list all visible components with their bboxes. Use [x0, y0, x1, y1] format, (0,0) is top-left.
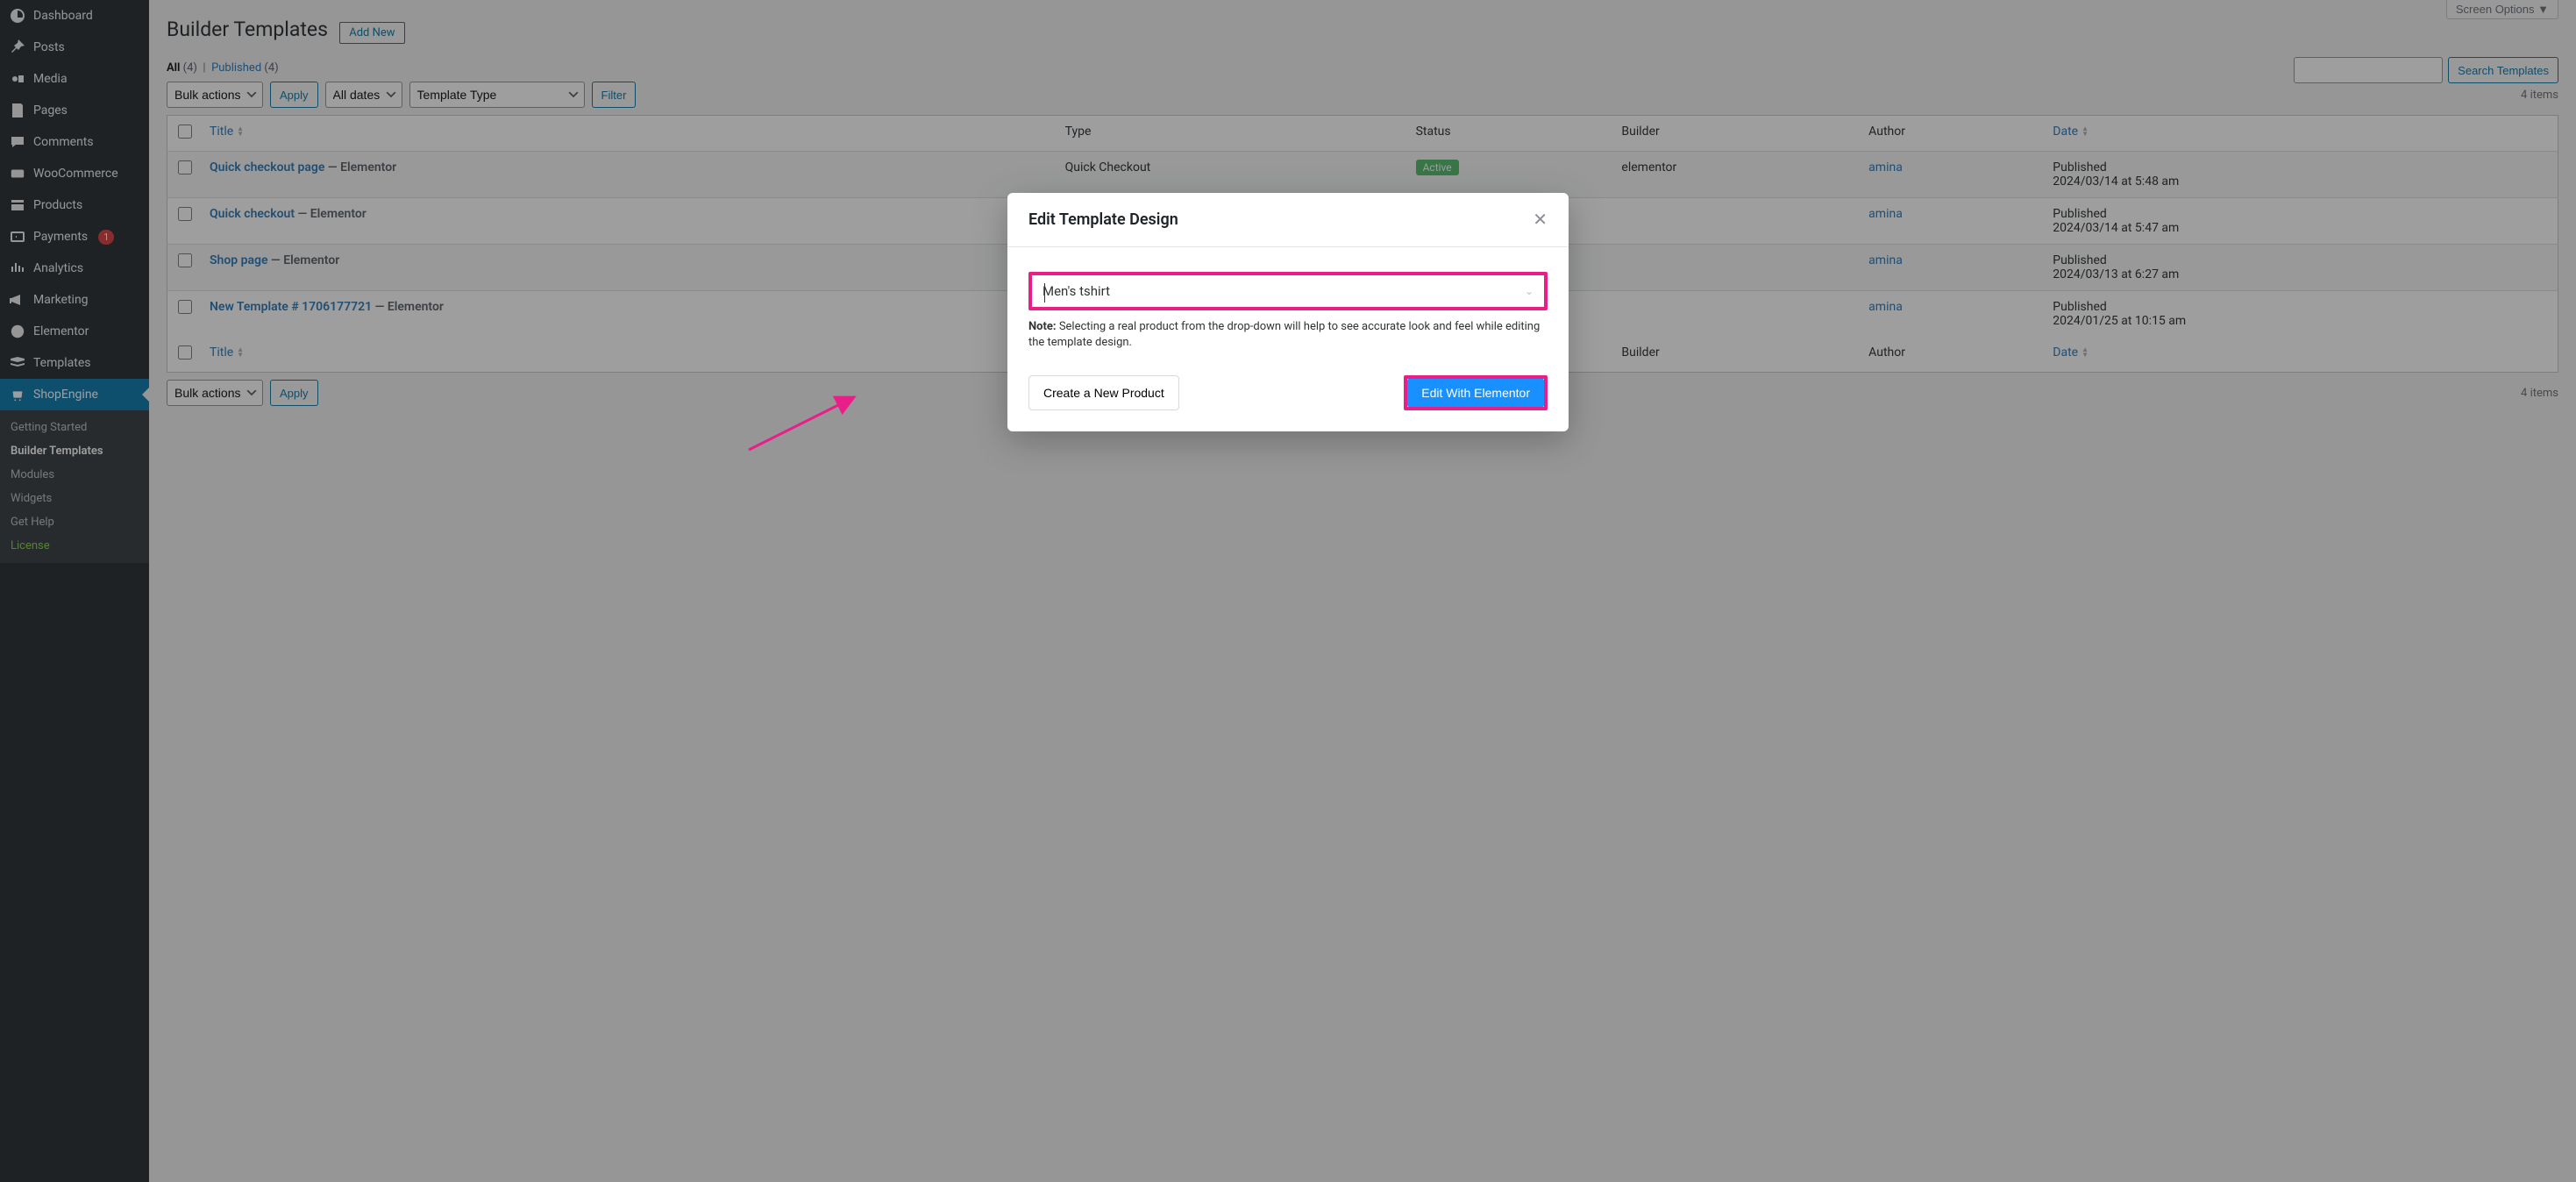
modal-overlay[interactable]: Edit Template Design ✕ Men's tshirt ⌄ No…	[0, 0, 2576, 1182]
chevron-down-icon: ⌄	[1525, 285, 1534, 297]
modal-title: Edit Template Design	[1028, 210, 1178, 229]
edit-template-modal: Edit Template Design ✕ Men's tshirt ⌄ No…	[1007, 193, 1569, 431]
edit-with-elementor-button[interactable]: Edit With Elementor	[1407, 379, 1544, 407]
note-text: Note: Selecting a real product from the …	[1028, 319, 1548, 351]
annotation-arrow-icon	[740, 388, 880, 459]
product-select-value: Men's tshirt	[1042, 283, 1110, 299]
modal-close-button[interactable]: ✕	[1533, 209, 1548, 231]
modal-footer: Create a New Product Edit With Elementor	[1007, 358, 1569, 431]
product-select[interactable]: Men's tshirt ⌄	[1028, 272, 1548, 310]
edit-button-highlight: Edit With Elementor	[1404, 375, 1548, 410]
create-product-button[interactable]: Create a New Product	[1028, 375, 1179, 410]
modal-header: Edit Template Design ✕	[1007, 193, 1569, 247]
text-cursor-icon	[1044, 283, 1045, 303]
modal-body: Men's tshirt ⌄ Note: Selecting a real pr…	[1007, 247, 1569, 358]
close-icon: ✕	[1533, 210, 1548, 230]
